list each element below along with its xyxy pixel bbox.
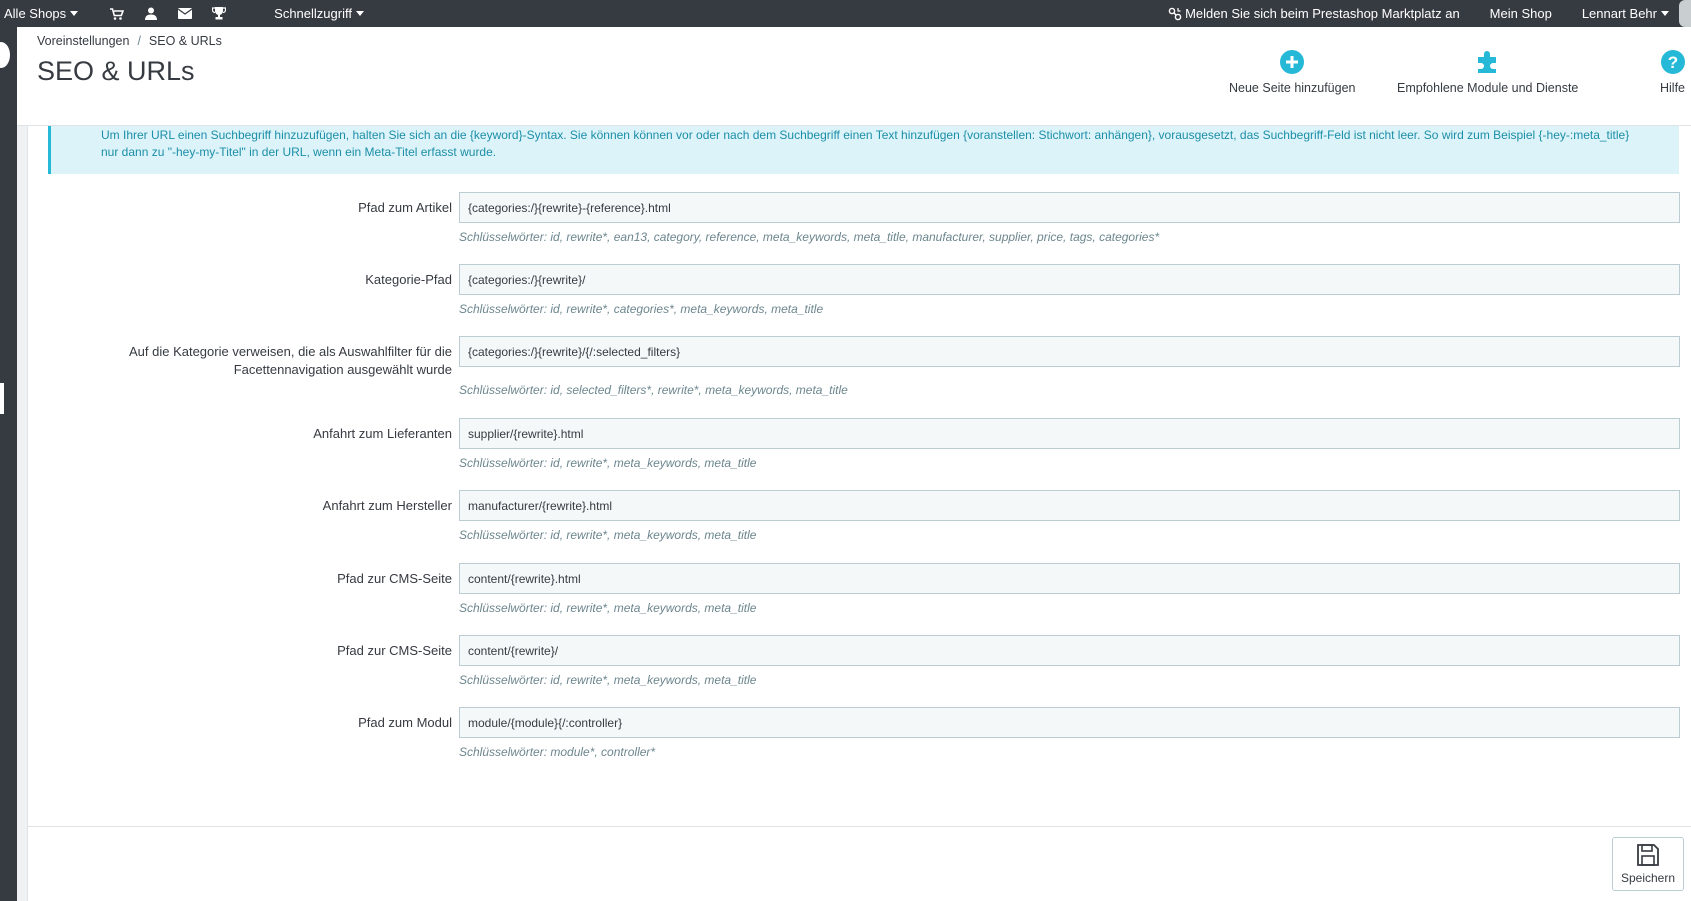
page-title: SEO & URLs [37, 56, 195, 86]
chevron-down-icon [70, 11, 79, 16]
field-help: Schlüsselwörter: id, rewrite*, ean13, ca… [459, 230, 1160, 244]
quick-access-label: Schnellzugriff [274, 6, 352, 21]
field-label: Pfad zur CMS-Seite [337, 643, 452, 658]
my-shop-label: Mein Shop [1489, 6, 1552, 21]
seo-urls-panel: Um Ihrer URL einen Suchbegriff hinzuzufü… [27, 126, 1691, 901]
scroll-edge-handle[interactable] [1679, 0, 1691, 27]
field-help: Schlüsselwörter: id, rewrite*, meta_keyw… [459, 528, 757, 542]
user-name: Lennart Behr [1581, 6, 1657, 21]
info-alert-text: Um Ihrer URL einen Suchbegriff hinzuzufü… [101, 128, 1630, 159]
field-help: Schlüsselwörter: id, rewrite*, categorie… [459, 302, 824, 316]
cms-category-route-input[interactable] [459, 635, 1680, 666]
cms-route-input[interactable] [459, 563, 1680, 594]
breadcrumb: Voreinstellungen / SEO & URLs [37, 34, 222, 48]
chevron-down-icon [1661, 11, 1669, 16]
field-help: Schlüsselwörter: id, rewrite*, meta_keyw… [459, 673, 757, 687]
help-button[interactable]: ? Hilfe [1660, 49, 1686, 95]
field-label: Anfahrt zum Lieferanten [313, 426, 452, 441]
trophy-icon[interactable] [202, 0, 236, 27]
top-navbar: Alle Shops Schnellzugriff Melden Sie sic… [0, 0, 1691, 27]
panel-footer: Speichern [28, 826, 1691, 901]
cart-icon[interactable] [100, 0, 134, 27]
page-header: Voreinstellungen / SEO & URLs SEO & URLs N… [17, 27, 1691, 126]
sidebar-toggle[interactable] [0, 42, 10, 68]
plus-circle-icon [1280, 50, 1305, 74]
help-icon: ? [1661, 50, 1685, 74]
field-label-line: Auf die Kategorie verweisen, die als Aus… [128, 344, 452, 359]
recommended-modules-button[interactable]: Empfohlene Module und Dienste [1397, 49, 1578, 95]
help-label: Hilfe [1660, 81, 1686, 95]
field-label-line: Facettennavigation ausgewählt wurde [233, 362, 452, 377]
envelope-icon[interactable] [168, 0, 202, 27]
breadcrumb-item[interactable]: SEO & URLs [149, 34, 222, 48]
field-label: Auf die Kategorie verweisen, die als Aus… [129, 343, 452, 379]
field-label: Pfad zum Artikel [358, 200, 452, 215]
add-page-button[interactable]: Neue Seite hinzufügen [1229, 49, 1355, 95]
sidebar-active-marker [0, 383, 4, 414]
field-help: Schlüsselwörter: id, rewrite*, meta_keyw… [459, 456, 757, 470]
module-route-input[interactable] [459, 707, 1680, 738]
manufacturer-route-input[interactable] [459, 490, 1680, 521]
layered-category-route-input[interactable] [459, 336, 1680, 367]
field-label: Pfad zum Modul [358, 715, 452, 730]
product-route-input[interactable] [459, 192, 1680, 223]
connect-icon [1168, 7, 1182, 20]
svg-text:?: ? [1668, 53, 1678, 72]
info-alert: Um Ihrer URL einen Suchbegriff hinzuzufü… [48, 126, 1679, 174]
marketplace-link[interactable]: Melden Sie sich beim Prestashop Marktpla… [1168, 0, 1460, 27]
quick-access-menu[interactable]: Schnellzugriff [274, 0, 364, 27]
add-page-label: Neue Seite hinzufügen [1229, 81, 1356, 95]
chevron-down-icon [355, 11, 364, 16]
field-label: Pfad zur CMS-Seite [337, 571, 452, 586]
field-help: Schlüsselwörter: module*, controller* [459, 745, 656, 759]
my-shop-link[interactable]: Mein Shop [1490, 0, 1552, 27]
field-label: Anfahrt zum Hersteller [322, 498, 452, 513]
puzzle-icon [1477, 51, 1496, 73]
save-button[interactable]: Speichern [1612, 837, 1684, 891]
supplier-route-input[interactable] [459, 418, 1680, 449]
breadcrumb-separator: / [137, 34, 141, 48]
category-route-input[interactable] [459, 264, 1680, 295]
shop-selector[interactable]: Alle Shops [0, 0, 82, 27]
floppy-disk-icon [1637, 844, 1659, 866]
save-label: Speichern [1620, 871, 1676, 885]
marketplace-link-label: Melden Sie sich beim Prestashop Marktpla… [1185, 6, 1460, 21]
breadcrumb-item[interactable]: Voreinstellungen [37, 34, 129, 48]
user-menu[interactable]: Lennart Behr [1582, 0, 1669, 27]
shop-selector-label: Alle Shops [4, 6, 67, 21]
collapsed-sidebar[interactable] [0, 27, 17, 901]
field-help: Schlüsselwörter: id, selected_filters*, … [459, 383, 848, 397]
recommended-modules-label: Empfohlene Module und Dienste [1397, 81, 1579, 95]
field-label: Kategorie-Pfad [365, 272, 452, 287]
field-help: Schlüsselwörter: id, rewrite*, meta_keyw… [459, 601, 757, 615]
user-icon[interactable] [134, 0, 168, 27]
